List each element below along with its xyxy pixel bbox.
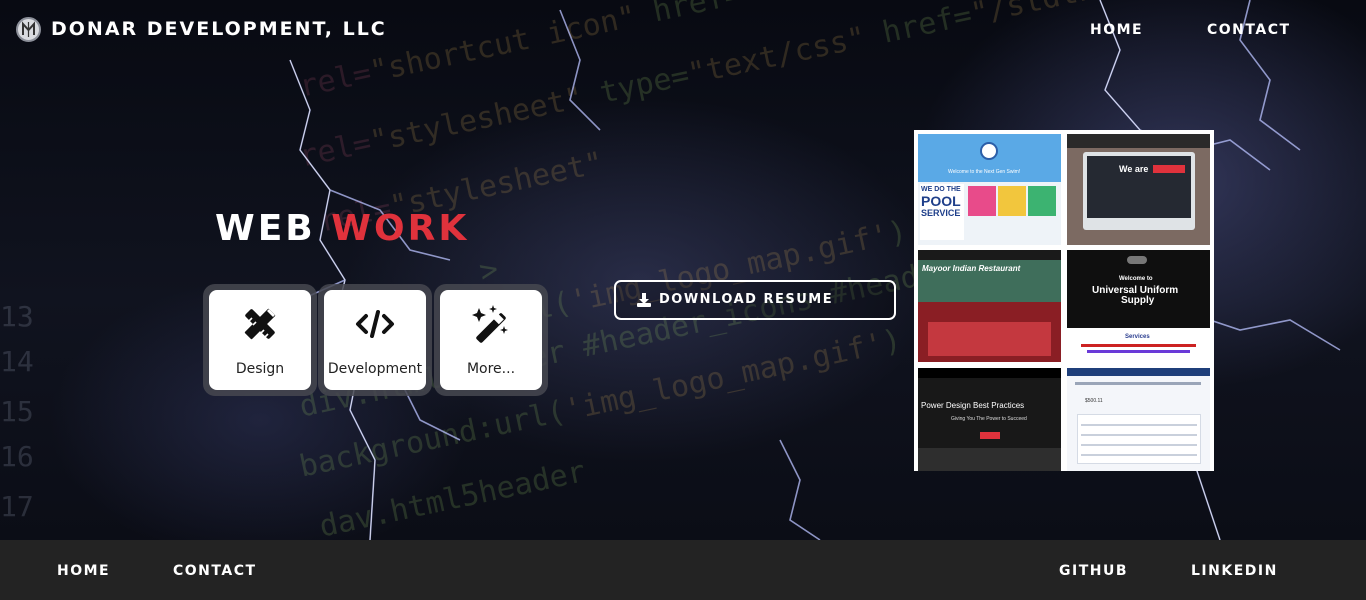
logo-icon[interactable] [16,17,41,42]
section-title: WEB WORK [215,208,469,249]
power-thumb-title: Power Design Best Practices [921,401,1025,410]
code-icon [356,310,394,338]
portfolio-collage[interactable]: Welcome to the Next Gen Swim! WE DO THE … [914,130,1214,471]
portfolio-thumb-power-design[interactable]: Power Design Best Practices Giving You T… [918,368,1061,471]
we-are-thumb-text: We are [1119,164,1149,174]
magic-wand-icon [472,305,508,343]
development-card-frame: Development [318,284,432,396]
design-card-frame: Design [203,284,317,396]
nav-contact-link[interactable]: CONTACT [1207,22,1291,38]
portfolio-thumb-restaurant[interactable]: Mayoor Indian Restaurant [918,250,1061,362]
portfolio-thumb-uniform-supply[interactable]: Welcome to Universal Uniform Supply Serv… [1067,250,1210,362]
pool-thumb-tagline: Welcome to the Next Gen Swim! [948,169,1021,175]
pool-thumb-line3: POOL [921,193,961,209]
design-card[interactable]: Design [209,290,311,390]
footer-contact-link[interactable]: CONTACT [173,563,257,579]
design-card-label: Design [235,361,285,377]
nav-home-link[interactable]: HOME [1090,22,1143,38]
download-resume-label: DOWNLOAD RESUME [659,292,834,307]
top-navbar: DONAR DEVELOPMENT, LLC HOME CONTACT [0,0,1366,60]
footer-linkedin-link[interactable]: LINKEDIN [1191,563,1278,579]
development-card-label: Development [327,361,423,377]
design-tools-icon [244,308,276,340]
footer-home-link[interactable]: HOME [57,563,110,579]
more-card[interactable]: More... [440,290,542,390]
development-card[interactable]: Development [324,290,426,390]
portfolio-thumb-dashboard[interactable]: $500.11 [1067,368,1210,471]
restaurant-thumb-title: Mayoor Indian Restaurant [922,264,1021,273]
more-card-label: More... [466,361,516,377]
uniform-thumb-services: Services [1125,334,1150,340]
download-icon [637,293,651,307]
dashboard-thumb-value: $500.11 [1085,398,1103,404]
title-word-work: WORK [331,208,470,249]
more-card-frame: More... [434,284,548,396]
uniform-thumb-line3: Supply [1121,295,1155,306]
uniform-thumb-line1: Welcome to [1119,276,1153,282]
download-resume-button[interactable]: DOWNLOAD RESUME [614,280,896,320]
title-word-web: WEB [215,208,316,249]
power-thumb-subtitle: Giving You The Power to Succeed [951,416,1027,422]
brand-name[interactable]: DONAR DEVELOPMENT, LLC [51,18,387,40]
pool-thumb-line4: SERVICE [921,208,961,218]
portfolio-thumb-we-are[interactable]: We are [1067,134,1210,245]
footer: HOME CONTACT GITHUB LINKEDIN [0,540,1366,600]
footer-github-link[interactable]: GITHUB [1059,563,1128,579]
portfolio-thumb-pool-service[interactable]: Welcome to the Next Gen Swim! WE DO THE … [918,134,1061,245]
pool-thumb-line2: WE DO THE [921,186,961,193]
